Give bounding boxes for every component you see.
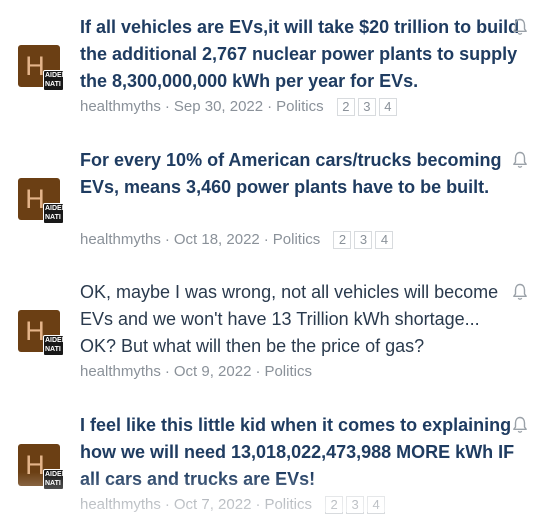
avatar-badge: AIDER NATI xyxy=(43,335,64,356)
thread-meta: healthmyths · Oct 9, 2022 · Politics xyxy=(80,362,312,382)
page-link[interactable]: 4 xyxy=(367,496,386,515)
thread-date[interactable]: Oct 7, 2022 xyxy=(174,496,252,513)
thread-forum[interactable]: Politics xyxy=(276,98,324,115)
meta-separator: · xyxy=(267,98,273,116)
thread-author[interactable]: healthmyths xyxy=(80,231,161,248)
thread-date[interactable]: Oct 18, 2022 xyxy=(174,231,260,248)
avatar[interactable]: H AIDER NATI xyxy=(18,178,64,224)
thread-meta: healthmyths · Oct 18, 2022 · Politics 234 xyxy=(80,230,394,250)
meta-separator: · xyxy=(263,231,269,249)
thread-item: H AIDER NATI I feel like this little kid… xyxy=(0,395,542,515)
page-link[interactable]: 2 xyxy=(333,231,352,250)
thread-item: H AIDER NATI If all vehicles are EVs,it … xyxy=(0,0,542,130)
bell-icon[interactable] xyxy=(512,18,528,36)
bell-icon[interactable] xyxy=(512,151,528,169)
thread-forum[interactable]: Politics xyxy=(264,363,312,380)
thread-title[interactable]: If all vehicles are EVs,it will take $20… xyxy=(80,14,520,95)
avatar-badge: AIDER NATI xyxy=(43,469,64,490)
thread-item: H AIDER NATI OK, maybe I was wrong, not … xyxy=(0,263,542,395)
bell-icon[interactable] xyxy=(512,283,528,301)
thread-forum[interactable]: Politics xyxy=(273,231,321,248)
page-link[interactable]: 2 xyxy=(336,98,355,117)
thread-author[interactable]: healthmyths xyxy=(80,98,161,115)
meta-separator: · xyxy=(164,231,170,249)
page-link[interactable]: 3 xyxy=(357,98,376,117)
thread-forum[interactable]: Politics xyxy=(264,496,312,513)
page-link[interactable]: 3 xyxy=(346,496,365,515)
avatar-badge: AIDER NATI xyxy=(43,70,64,91)
thread-date[interactable]: Sep 30, 2022 xyxy=(174,98,263,115)
meta-separator: · xyxy=(164,496,170,514)
thread-author[interactable]: healthmyths xyxy=(80,363,161,380)
page-link[interactable]: 4 xyxy=(378,98,397,117)
avatar[interactable]: H AIDER NATI xyxy=(18,310,64,356)
meta-separator: · xyxy=(255,363,261,381)
thread-item: H AIDER NATI For every 10% of American c… xyxy=(0,130,542,263)
bell-icon[interactable] xyxy=(512,416,528,434)
thread-title[interactable]: I feel like this little kid when it come… xyxy=(80,412,520,493)
avatar[interactable]: H AIDER NATI xyxy=(18,444,64,490)
meta-separator: · xyxy=(164,363,170,381)
thread-title[interactable]: OK, maybe I was wrong, not all vehicles … xyxy=(80,279,520,360)
thread-title[interactable]: For every 10% of American cars/trucks be… xyxy=(80,147,520,201)
thread-author[interactable]: healthmyths xyxy=(80,496,161,513)
avatar-badge: AIDER NATI xyxy=(43,203,64,224)
page-link[interactable]: 3 xyxy=(354,231,373,250)
page-link[interactable]: 4 xyxy=(375,231,394,250)
meta-separator: · xyxy=(255,496,261,514)
page-link[interactable]: 2 xyxy=(325,496,344,515)
thread-meta: healthmyths · Sep 30, 2022 · Politics 234 xyxy=(80,97,397,117)
avatar[interactable]: H AIDER NATI xyxy=(18,45,64,91)
thread-meta: healthmyths · Oct 7, 2022 · Politics 234 xyxy=(80,495,386,515)
meta-separator: · xyxy=(164,98,170,116)
thread-date[interactable]: Oct 9, 2022 xyxy=(174,363,252,380)
